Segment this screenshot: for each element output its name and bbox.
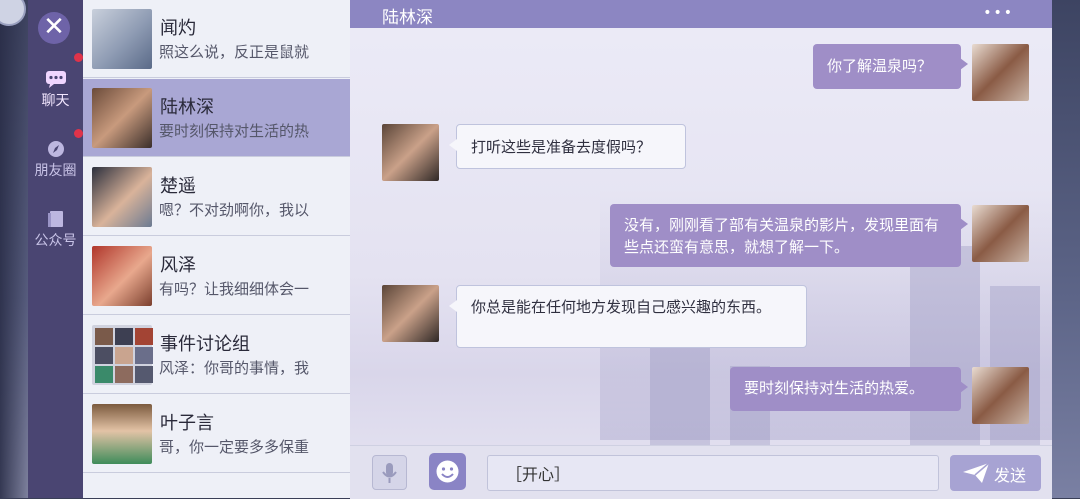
contact-avatar[interactable] [382,124,439,181]
contact-item[interactable]: 楚遥 嗯？不对劲啊你，我以 [83,158,350,236]
message-bubble-sent: 没有，刚刚看了部有关温泉的影片，发现里面有些点还蛮有意思，就想了解一下。 [610,204,968,267]
contact-preview: 要时刻保持对生活的热 [159,122,310,140]
avatar [92,167,152,227]
contact-name: 事件讨论组 [160,334,250,355]
chat-panel: 陆林深 ••• 你了解温泉吗？ 打听这些是准备去度假吗？ 没有，刚刚看了部有关温… [350,0,1052,499]
contact-name: 陆林深 [160,97,214,118]
my-avatar[interactable] [972,367,1029,424]
chat-title: 陆林深 [382,8,433,28]
contact-name: 风泽 [160,255,196,276]
rail-item-moments[interactable]: 朋友圈 [28,140,83,180]
avatar [92,9,152,69]
contact-preview: 照这么说，反正是鼠就 [159,43,310,61]
input-bar: ［开心］ 发送 [350,445,1052,499]
message-bubble-sent: 你了解温泉吗？ [813,44,968,89]
rail-item-label: 朋友圈 [34,163,77,179]
group-avatar [92,325,153,385]
contact-preview: 嗯？不对劲啊你，我以 [159,201,310,219]
smiley-icon [436,460,459,483]
rail-item-chat[interactable]: 聊天 [28,70,83,110]
chat-header: 陆林深 ••• [350,0,1052,28]
compass-icon [47,141,64,157]
book-icon [47,211,63,227]
contact-preview: 风泽：你哥的事情，我 [159,359,310,377]
chat-icon [45,71,66,88]
rail-item-official[interactable]: 公众号 [28,210,83,250]
contact-item[interactable]: 闻灼 照这么说，反正是鼠就 [83,0,350,78]
unread-dot [74,129,83,138]
contact-name: 闻灼 [160,18,196,39]
rail-item-label: 公众号 [34,233,77,249]
voice-button[interactable] [372,455,407,490]
message-input[interactable]: ［开心］ [487,455,939,491]
avatar [92,404,152,464]
message-bubble-received: 你总是能在任何地方发现自己感兴趣的东西。 [449,285,807,348]
contact-name: 叶子言 [160,413,214,434]
message-bubble-received: 打听这些是准备去度假吗？ [449,124,686,169]
my-avatar[interactable] [972,44,1029,101]
contact-preview: 有吗？让我细细体会一 [159,280,310,298]
avatar [92,88,152,148]
contact-list: 闻灼 照这么说，反正是鼠就 陆林深 要时刻保持对生活的热 楚遥 嗯？不对劲啊你，… [83,0,350,498]
contact-name: 楚遥 [160,176,196,197]
building-decoration [910,246,980,446]
rail-item-label: 聊天 [41,93,70,109]
contact-avatar[interactable] [382,285,439,342]
close-button[interactable]: ✕ [38,12,70,44]
contact-item-active[interactable]: 陆林深 要时刻保持对生活的热 [83,79,350,157]
avatar [92,246,152,306]
paper-plane-icon [963,462,990,483]
send-label: 发送 [994,466,1027,485]
microphone-icon [382,463,397,483]
contact-item[interactable]: 事件讨论组 风泽：你哥的事情，我 [83,316,350,394]
more-options-icon[interactable]: ••• [983,5,1014,21]
emoji-button[interactable] [429,453,466,490]
send-button[interactable]: 发送 [950,455,1041,491]
contact-preview: 哥，你一定要多多保重 [159,438,310,456]
contact-item[interactable]: 风泽 有吗？让我细细体会一 [83,237,350,315]
message-bubble-sent: 要时刻保持对生活的热爱。 [730,367,968,411]
side-rail: ✕ 聊天 朋友圈 公众号 [28,0,83,498]
my-avatar[interactable] [972,205,1029,262]
right-edge-background [1052,0,1080,498]
unread-dot [74,53,83,62]
contact-item[interactable]: 叶子言 哥，你一定要多多保重 [83,395,350,473]
